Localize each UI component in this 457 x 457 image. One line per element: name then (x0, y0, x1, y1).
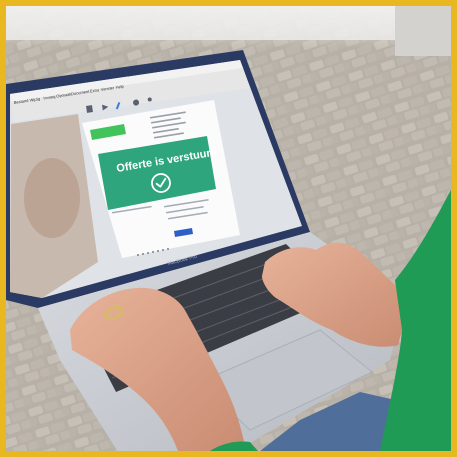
background-person-face (24, 158, 80, 238)
document-icon[interactable] (86, 105, 93, 113)
photo-canvas: Bestand Wijzig Invoeg Opmaak Document Ex… (0, 0, 457, 457)
photo-scene: Bestand Wijzig Invoeg Opmaak Document Ex… (0, 0, 457, 457)
